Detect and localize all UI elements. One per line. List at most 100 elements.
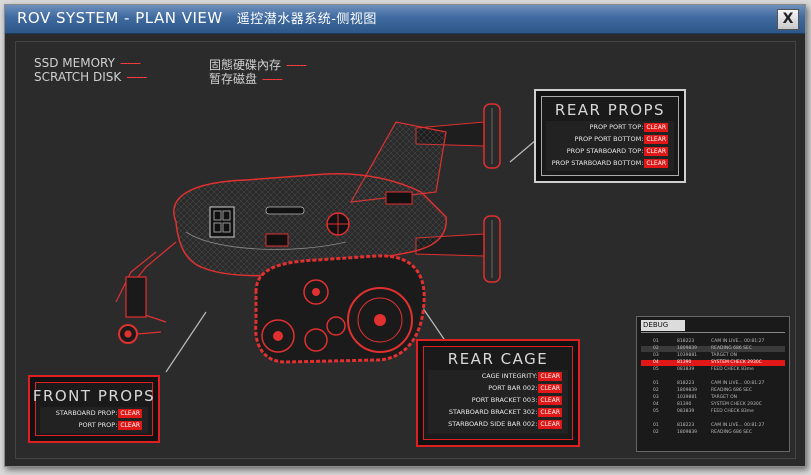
title-bar[interactable]: ROV SYSTEM - PLAN VIEW 遥控潜水器系统-侧视图 X xyxy=(5,5,805,34)
close-button[interactable]: X xyxy=(777,9,799,30)
debug-log-row: 04 81390 SYSTEM CHECK 2930C xyxy=(641,360,785,366)
debug-row-message: CAM IN LIVE... 00:81:27 xyxy=(711,423,765,428)
debug-row-id: 01 xyxy=(653,423,659,428)
rear-props-list: PROP PORT TOP: CLEAR PROP PORT BOTTOM: CLE… xyxy=(546,121,674,171)
debug-log-row: 02 1809839 READING 686 SEC xyxy=(641,388,785,394)
row-label: STARBOARD SIDE BAR 002: xyxy=(448,420,538,428)
row-label: PROP STARBOARD TOP: xyxy=(566,147,644,155)
debug-row-code: 1809839 xyxy=(677,430,698,435)
debug-row-code: 1809839 xyxy=(677,388,698,393)
debug-row-code: 083839 xyxy=(677,367,695,372)
debug-row-code: 818223 xyxy=(677,423,695,428)
front-prop-row: STARBOARD PROP: CLEAR xyxy=(56,408,142,418)
status-badge: CLEAR xyxy=(538,396,562,405)
debug-row-code: 1039881 xyxy=(677,353,698,358)
front-manipulator-arm xyxy=(115,241,177,344)
front-props-leader xyxy=(165,311,207,373)
debug-row-id: 04 xyxy=(653,360,659,365)
rear-prop-row: PROP PORT BOTTOM: CLEAR xyxy=(575,134,668,144)
debug-row-code: 81390 xyxy=(677,360,692,365)
rear-cage-row: STARBOARD SIDE BAR 002: CLEAR xyxy=(448,419,562,429)
debug-row-message: READING 686 SEC xyxy=(711,388,752,393)
row-label: PROP PORT BOTTOM: xyxy=(574,135,644,143)
debug-log-row: 03 1039881 TARGET ON xyxy=(641,353,785,359)
status-badge: CLEAR xyxy=(118,409,142,418)
debug-row-id: 02 xyxy=(653,346,659,351)
debug-row-id: 04 xyxy=(653,402,659,407)
debug-row-message: SYSTEM CHECK 2930C xyxy=(711,402,762,407)
debug-row-id: 01 xyxy=(653,381,659,386)
rear-props-title: REAR PROPS xyxy=(554,101,666,119)
debug-row-code: 1809839 xyxy=(677,346,698,351)
row-label: PORT BAR 002: xyxy=(488,384,538,392)
status-badge: CLEAR xyxy=(538,384,562,393)
debug-row-code: 083839 xyxy=(677,409,695,414)
rear-props-leader xyxy=(509,139,537,163)
debug-log-row: 05 083839 FEED CHECK 83me xyxy=(641,367,785,373)
debug-log-row: 04 81390 SYSTEM CHECK 2930C xyxy=(641,402,785,408)
debug-row-id: 05 xyxy=(653,367,659,372)
debug-row-message: CAM IN LIVE... 00:81:27 xyxy=(711,339,765,344)
rear-prop-row: PROP PORT TOP: CLEAR xyxy=(590,122,668,132)
debug-log-row: 01 818223 CAM IN LIVE... 00:81:27 xyxy=(641,423,785,429)
debug-log-row: 01 818223 CAM IN LIVE... 00:81:27 xyxy=(641,339,785,345)
row-label: STARBOARD BRACKET 302: xyxy=(448,408,538,416)
rear-cage-row: PORT BRACKET 003: CLEAR xyxy=(472,395,562,405)
row-label: CAGE INTEGRITY: xyxy=(481,372,538,380)
rov-window: ROV SYSTEM - PLAN VIEW 遥控潜水器系统-侧视图 X SSD … xyxy=(4,4,806,467)
debug-row-message: TARGET ON xyxy=(711,395,738,400)
debug-row-message: CAM IN LIVE... 00:81:27 xyxy=(711,381,765,386)
debug-row-code: 81390 xyxy=(677,402,692,407)
window-title-cn: 遥控潜水器系统-侧视图 xyxy=(236,12,377,27)
debug-row-message: FEED CHECK 83me xyxy=(711,409,754,414)
row-label: PROP STARBOARD BOTTOM: xyxy=(551,159,644,167)
debug-row-message: SYSTEM CHECK 2930C xyxy=(711,360,762,365)
rear-prop-row: PROP STARBOARD BOTTOM: CLEAR xyxy=(552,158,668,168)
status-badge: CLEAR xyxy=(644,123,668,132)
rear-props-panel[interactable]: REAR PROPS PROP PORT TOP: CLEAR PROP PORT… xyxy=(534,89,686,183)
debug-log-row: 02 1809839 READING 686 SEC xyxy=(641,346,785,352)
debug-row-id: 02 xyxy=(653,430,659,435)
debug-log-row xyxy=(641,416,785,422)
debug-panel[interactable]: DEBUG 01 818223 CAM IN LIVE... 00:81:27 02 1… xyxy=(636,316,790,452)
status-badge: CLEAR xyxy=(644,135,668,144)
rear-cage-panel[interactable]: REAR CAGE CAGE INTEGRITY: CLEAR PORT BAR … xyxy=(416,339,580,447)
debug-row-message: FEED CHECK 83me xyxy=(711,367,754,372)
debug-log-row: 01 818223 CAM IN LIVE... 00:81:27 xyxy=(641,381,785,387)
rear-cage-row: STARBOARD BRACKET 302: CLEAR xyxy=(449,407,562,417)
status-badge: CLEAR xyxy=(644,147,668,156)
debug-log-row xyxy=(641,374,785,380)
debug-row-code: 818223 xyxy=(677,381,695,386)
row-label: PROP PORT TOP: xyxy=(589,123,644,131)
rear-cage-row: PORT BAR 002: CLEAR xyxy=(488,383,562,393)
plan-view-canvas: SSD MEMORY ------ SCRATCH DISK ------ 固態硬碟… xyxy=(15,41,796,459)
debug-log-row: 03 1039881 TARGET ON xyxy=(641,395,785,401)
debug-row-message: TARGET ON xyxy=(711,353,738,358)
status-badge: CLEAR xyxy=(538,408,562,417)
status-badge: CLEAR xyxy=(538,372,562,381)
debug-row-id: 03 xyxy=(653,353,659,358)
rear-prop-row: PROP STARBOARD TOP: CLEAR xyxy=(567,146,668,156)
front-props-title: FRONT PROPS xyxy=(32,387,156,405)
debug-row-code: 1039881 xyxy=(677,395,698,400)
hull-rear-light xyxy=(385,191,413,205)
road-wheel-1 xyxy=(304,328,328,352)
debug-row-id: 01 xyxy=(653,339,659,344)
row-label: PORT PROP: xyxy=(78,421,118,429)
debug-row-message: READING 686 SEC xyxy=(711,346,752,351)
debug-title: DEBUG xyxy=(641,320,685,331)
rear-cage-row: CAGE INTEGRITY: CLEAR xyxy=(482,371,562,381)
front-prop-row: PORT PROP: CLEAR xyxy=(79,420,142,430)
status-badge: CLEAR xyxy=(644,159,668,168)
front-props-panel[interactable]: FRONT PROPS STARBOARD PROP: CLEAR PORT PR… xyxy=(28,375,160,443)
road-wheel-2 xyxy=(326,316,346,336)
rear-cage-list: CAGE INTEGRITY: CLEAR PORT BAR 002: CLEAR … xyxy=(428,370,568,434)
debug-row-id: 03 xyxy=(653,395,659,400)
window-title-en: ROV SYSTEM - PLAN VIEW xyxy=(17,9,223,27)
rear-cage-title: REAR CAGE xyxy=(447,350,549,368)
row-label: PORT BRACKET 003: xyxy=(471,396,538,404)
debug-log-row: 02 1809839 READING 686 SEC xyxy=(641,430,785,436)
debug-row-code: 818223 xyxy=(677,339,695,344)
window-title: ROV SYSTEM - PLAN VIEW 遥控潜水器系统-侧视图 xyxy=(17,8,377,27)
row-label: STARBOARD PROP: xyxy=(55,409,118,417)
